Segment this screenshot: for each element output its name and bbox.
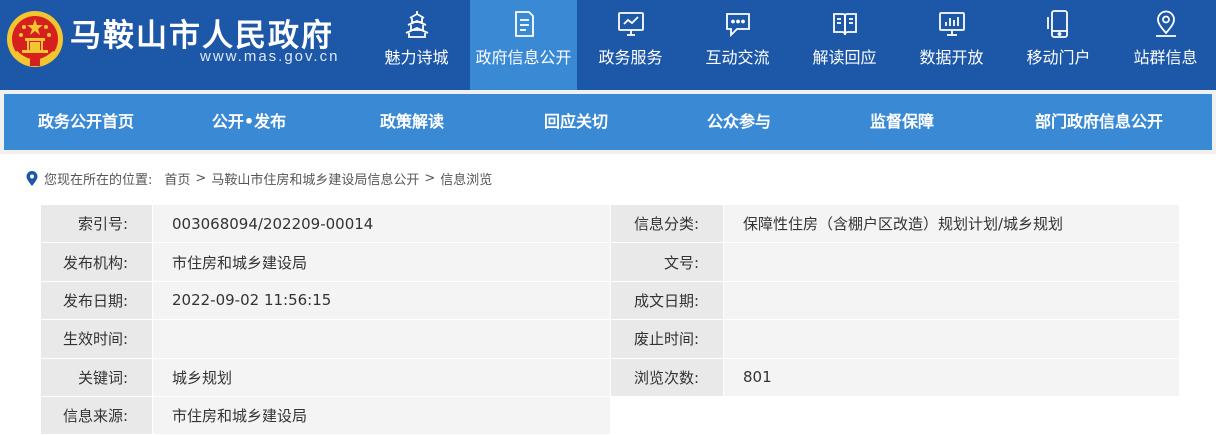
subnav-item-publish[interactable]: 公开•发布 <box>212 94 286 150</box>
category-value: 保障性住房（含棚户区改造）规划计划/城乡规划 <box>723 203 1180 244</box>
empty-cell <box>723 395 1180 436</box>
sub-nav: 政务公开首页 公开•发布 政策解读 回应关切 公众参与 监督保障 部门政府信息公… <box>0 90 1216 154</box>
breadcrumb-separator: > <box>424 170 436 186</box>
source-label: 信息来源: <box>40 395 153 436</box>
breadcrumb-separator: > <box>195 170 207 186</box>
nav-item-label: 数据开放 <box>919 48 984 67</box>
breadcrumb-current[interactable]: 信息浏览 <box>440 169 492 188</box>
empty-cell <box>610 395 724 436</box>
nav-item-label: 政府信息公开 <box>475 48 572 67</box>
site-url: www.mas.gov.cn <box>200 48 340 65</box>
nav-item-interpretation[interactable]: 解读回应 <box>791 0 898 90</box>
nav-item-label: 站群信息 <box>1133 48 1198 67</box>
nav-item-charm-city[interactable]: 魅力诗城 <box>363 0 470 90</box>
nav-item-label: 魅力诗城 <box>384 48 449 67</box>
expire-time-value <box>723 319 1180 359</box>
chat-bubble-icon <box>725 13 750 38</box>
info-metadata-table: 索引号: 003068094/202209-00014 信息分类: 保障性住房（… <box>40 203 1180 436</box>
written-date-label: 成文日期: <box>610 280 724 321</box>
site-header: 马鞍山市人民政府 www.mas.gov.cn 魅力诗城 政府信息公开 政务服务… <box>0 0 1216 90</box>
subnav-item-department-disclosure[interactable]: 部门政府信息公开 <box>1035 94 1163 150</box>
subnav-item-public-participation[interactable]: 公众参与 <box>707 94 771 150</box>
table-row: 生效时间: 废止时间: <box>40 319 1180 359</box>
pagoda-icon <box>405 11 428 38</box>
location-pin-icon <box>1155 10 1176 37</box>
chart-screen-icon <box>938 12 965 36</box>
subnav-item-policy-interpretation[interactable]: 政策解读 <box>380 94 444 150</box>
national-emblem-icon[interactable] <box>6 8 64 70</box>
nav-item-label: 解读回应 <box>812 48 877 67</box>
sub-nav-bar: 政务公开首页 公开•发布 政策解读 回应关切 公众参与 监督保障 部门政府信息公… <box>4 94 1212 150</box>
views-label: 浏览次数: <box>610 357 724 397</box>
subnav-item-response[interactable]: 回应关切 <box>544 94 608 150</box>
effective-time-value <box>152 319 611 359</box>
table-row: 发布日期: 2022-09-02 11:56:15 成文日期: <box>40 280 1180 321</box>
publish-date-value: 2022-09-02 11:56:15 <box>152 280 611 321</box>
index-no-value: 003068094/202209-00014 <box>152 203 611 244</box>
keywords-label: 关键词: <box>40 357 153 397</box>
table-row: 发布机构: 市住房和城乡建设局 文号: <box>40 242 1180 282</box>
doc-no-label: 文号: <box>610 242 724 282</box>
document-icon <box>514 11 534 37</box>
nav-item-label: 移动门户 <box>1026 48 1091 67</box>
category-label: 信息分类: <box>610 203 724 244</box>
nav-item-site-group[interactable]: 站群信息 <box>1112 0 1216 90</box>
open-book-icon <box>832 13 857 36</box>
index-no-label: 索引号: <box>40 203 153 244</box>
nav-item-gov-services[interactable]: 政务服务 <box>577 0 684 90</box>
subnav-item-supervision[interactable]: 监督保障 <box>870 94 934 150</box>
publisher-label: 发布机构: <box>40 242 153 282</box>
source-value: 市住房和城乡建设局 <box>152 395 611 436</box>
nav-item-mobile-portal[interactable]: 移动门户 <box>1005 0 1112 90</box>
nav-item-label: 政务服务 <box>598 48 663 67</box>
expire-time-label: 废止时间: <box>610 319 724 359</box>
nav-item-gov-info-disclosure[interactable]: 政府信息公开 <box>470 0 577 90</box>
table-row: 索引号: 003068094/202209-00014 信息分类: 保障性住房（… <box>40 203 1180 244</box>
doc-no-value <box>723 242 1180 282</box>
location-pin-icon <box>26 170 38 186</box>
main-nav: 魅力诗城 政府信息公开 政务服务 互动交流 解读回应 数据开放 移动门户 站群信… <box>363 0 1216 90</box>
breadcrumb-dept-link[interactable]: 马鞍山市住房和城乡建设局信息公开 <box>211 169 419 188</box>
mobile-phone-icon <box>1046 10 1068 38</box>
breadcrumb: 您现在所在的位置: 首页 > 马鞍山市住房和城乡建设局信息公开 > 信息浏览 <box>26 168 492 188</box>
publisher-value: 市住房和城乡建设局 <box>152 242 611 282</box>
views-value: 801 <box>723 357 1180 397</box>
nav-item-open-data[interactable]: 数据开放 <box>898 0 1005 90</box>
breadcrumb-home-link[interactable]: 首页 <box>164 169 190 188</box>
breadcrumb-prefix: 您现在所在的位置: <box>44 172 153 188</box>
written-date-value <box>723 280 1180 321</box>
nav-item-label: 互动交流 <box>705 48 770 67</box>
publish-date-label: 发布日期: <box>40 280 153 321</box>
effective-time-label: 生效时间: <box>40 319 153 359</box>
monitor-icon <box>617 12 644 36</box>
subnav-item-disclosure-home[interactable]: 政务公开首页 <box>38 94 134 150</box>
table-row: 关键词: 城乡规划 浏览次数: 801 <box>40 357 1180 397</box>
table-row: 信息来源: 市住房和城乡建设局 <box>40 395 1180 436</box>
keywords-value: 城乡规划 <box>152 357 611 397</box>
nav-item-interaction[interactable]: 互动交流 <box>684 0 791 90</box>
